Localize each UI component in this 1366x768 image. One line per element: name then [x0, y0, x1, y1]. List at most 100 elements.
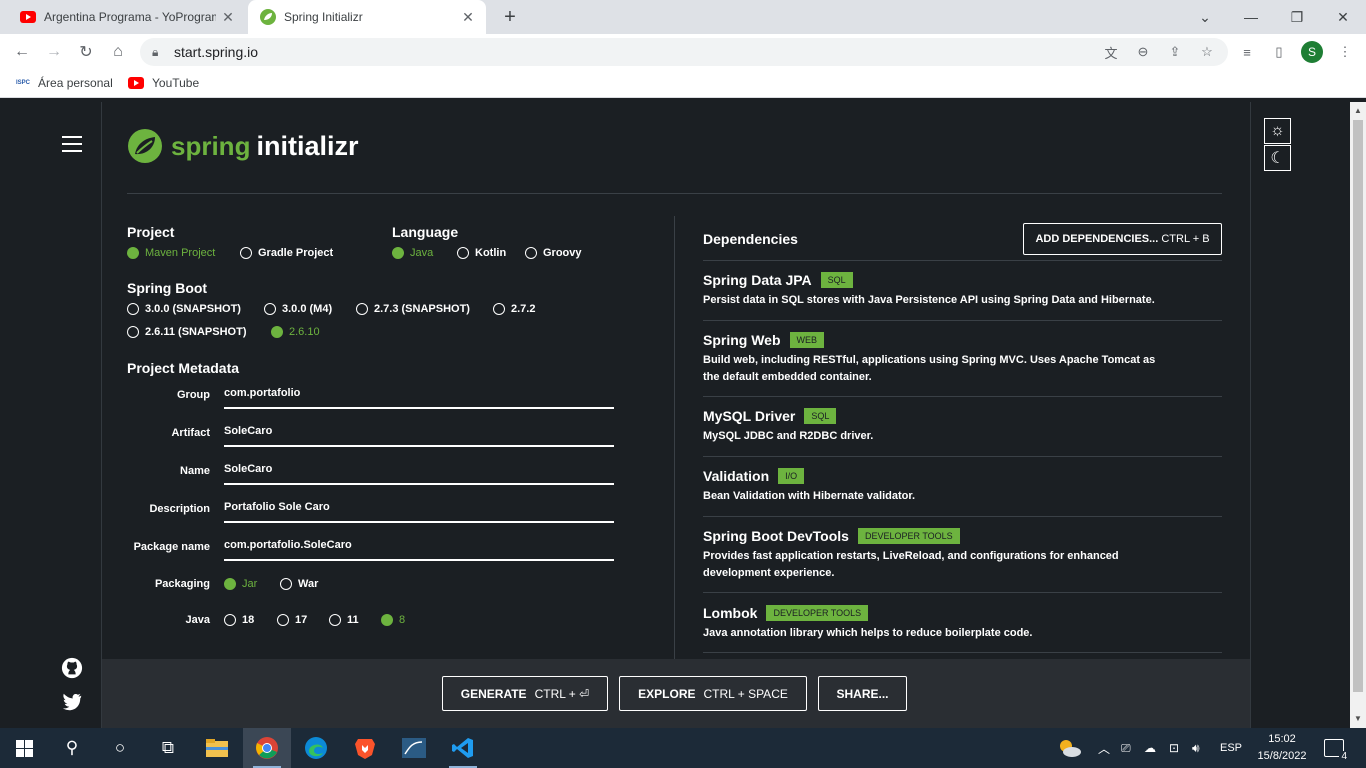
reading-list-icon[interactable]: ≡ — [1235, 40, 1259, 64]
light-theme-sun-icon[interactable]: ☼ — [1264, 118, 1291, 144]
bookmark-youtube[interactable]: YouTube — [128, 76, 199, 90]
restore-button[interactable]: ❐ — [1274, 0, 1320, 34]
group-label: Group — [177, 389, 210, 401]
meet-now-icon[interactable]: ⎚ — [1121, 728, 1131, 768]
radio-java-18[interactable]: 18 — [224, 614, 254, 626]
notifications-icon[interactable]: 4 — [1324, 728, 1349, 768]
dependency-name: Validation — [703, 468, 770, 484]
github-icon[interactable] — [61, 657, 83, 679]
scroll-down-icon[interactable]: ▼ — [1354, 714, 1362, 723]
page-scrollbar[interactable]: ▲ ▼ — [1350, 102, 1366, 728]
bookmark-star-icon[interactable]: ☆ — [1195, 40, 1219, 64]
dependency-spring-data-jpa[interactable]: Spring Data JPA SQL Persist data in SQL s… — [703, 272, 1222, 309]
edge-icon[interactable] — [292, 728, 340, 768]
dependency-validation[interactable]: Validation I/O Bean Validation with Hiber… — [703, 468, 1222, 505]
dependency-name: Spring Web — [703, 332, 781, 348]
group-input[interactable]: com.portafolio — [224, 385, 614, 409]
twitter-icon[interactable] — [61, 691, 83, 713]
mysql-workbench-icon[interactable] — [390, 728, 438, 768]
artifact-input[interactable]: SoleCaro — [224, 423, 614, 447]
minimize-button[interactable]: — — [1228, 0, 1274, 34]
description-input[interactable]: Portafolio Sole Caro — [224, 499, 614, 523]
bookmark-label: Área personal — [38, 76, 113, 90]
search-icon[interactable]: ⚲ — [48, 728, 96, 768]
dependency-divider — [703, 516, 1222, 517]
action-footer: GENERATE CTRL + ⏎ EXPLORE CTRL + SPACE SHA… — [102, 659, 1250, 728]
dependency-divider — [703, 592, 1222, 593]
forward-icon[interactable]: → — [41, 39, 67, 65]
chrome-icon[interactable] — [243, 728, 291, 768]
input-language[interactable]: ESP — [1220, 728, 1242, 768]
radio-java-8[interactable]: 8 — [381, 614, 405, 626]
dependency-spring-boot-devtools[interactable]: Spring Boot DevTools DEVELOPER TOOLS Prov… — [703, 528, 1222, 582]
hamburger-menu-icon[interactable] — [62, 136, 82, 157]
radio-jar[interactable]: Jar — [224, 578, 257, 590]
windows-start-icon[interactable] — [0, 728, 48, 768]
dependency-tag: WEB — [789, 332, 825, 348]
dependency-divider — [703, 260, 1222, 261]
scrollbar-thumb[interactable] — [1353, 120, 1363, 692]
profile-avatar[interactable]: S — [1301, 41, 1323, 63]
back-icon[interactable]: ← — [9, 39, 35, 65]
radio-java[interactable]: Java — [392, 247, 433, 259]
dark-theme-moon-icon[interactable]: ☾ — [1264, 145, 1291, 171]
generate-button[interactable]: GENERATE CTRL + ⏎ — [442, 676, 608, 711]
show-hidden-icons-chevron-icon[interactable]: ︿ — [1098, 728, 1110, 768]
dependency-description: Build web, including RESTful, applicatio… — [703, 354, 1156, 383]
radio-java-17[interactable]: 17 — [277, 614, 307, 626]
browser-toolbar: ← → ↻ ⌂ 🔒︎ start.spring.io ⽂ ⊖ ⇪ ☆ ≡ ▯ S… — [0, 34, 1366, 70]
radio-gradle-project[interactable]: Gradle Project — [240, 247, 333, 259]
cortana-icon[interactable]: ○ — [96, 728, 144, 768]
task-view-icon[interactable]: ⧉ — [144, 728, 192, 768]
reload-icon[interactable]: ↻ — [73, 39, 99, 65]
new-tab-button[interactable]: + — [498, 5, 522, 29]
name-input[interactable]: SoleCaro — [224, 461, 614, 485]
weather-icon[interactable] — [1056, 728, 1082, 768]
radio-war[interactable]: War — [280, 578, 318, 590]
zoom-icon[interactable]: ⊖ — [1131, 40, 1155, 64]
tab-spring-initializr[interactable]: Spring Initializr ✕ — [248, 0, 486, 34]
explore-button[interactable]: EXPLORE CTRL + SPACE — [619, 676, 807, 711]
translate-icon[interactable]: ⽂ — [1099, 40, 1123, 64]
bookmark-area-personal[interactable]: ISPC Área personal — [16, 76, 113, 90]
radio-boot-2-6-11-snapshot[interactable]: 2.6.11 (SNAPSHOT) — [127, 326, 246, 338]
onedrive-cloud-icon[interactable]: ☁ — [1144, 728, 1156, 768]
radio-groovy[interactable]: Groovy — [525, 247, 582, 259]
home-icon[interactable]: ⌂ — [105, 39, 131, 65]
radio-boot-3-0-0-m4[interactable]: 3.0.0 (M4) — [264, 303, 332, 315]
dependency-lombok[interactable]: Lombok DEVELOPER TOOLS Java annotation li… — [703, 605, 1222, 642]
menu-dots-icon[interactable]: ⋮ — [1333, 40, 1357, 64]
spring-boot-title: Spring Boot — [127, 280, 208, 296]
radio-boot-3-0-0-snapshot[interactable]: 3.0.0 (SNAPSHOT) — [127, 303, 241, 315]
radio-boot-2-7-3-snapshot[interactable]: 2.7.3 (SNAPSHOT) — [356, 303, 470, 315]
radio-boot-2-7-2[interactable]: 2.7.2 — [493, 303, 535, 315]
dependency-mysql-driver[interactable]: MySQL Driver SQL MySQL JDBC and R2DBC dri… — [703, 408, 1222, 445]
share-button[interactable]: SHARE... — [818, 676, 907, 711]
tab-argentina-programa[interactable]: Argentina Programa - YoProgram ✕ — [8, 0, 246, 34]
radio-kotlin[interactable]: Kotlin — [457, 247, 506, 259]
vscode-icon[interactable] — [439, 728, 487, 768]
scroll-up-icon[interactable]: ▲ — [1354, 106, 1362, 115]
radio-java-11[interactable]: 11 — [329, 614, 359, 626]
network-icon[interactable]: ⊡ — [1169, 728, 1179, 768]
address-bar[interactable]: 🔒︎ start.spring.io — [140, 38, 1228, 66]
package-name-input[interactable]: com.portafolio.SoleCaro — [224, 537, 614, 561]
add-dependencies-button[interactable]: ADD DEPENDENCIES... CTRL + B — [1023, 223, 1222, 255]
close-window-button[interactable]: ✕ — [1320, 0, 1366, 34]
brave-icon[interactable] — [341, 728, 389, 768]
file-explorer-icon[interactable] — [193, 728, 241, 768]
dependency-spring-web[interactable]: Spring Web WEB Build web, including RESTf… — [703, 332, 1222, 386]
system-clock[interactable]: 15:02 15/8/2022 — [1250, 731, 1314, 765]
package-name-label: Package name — [133, 541, 210, 553]
radio-maven-project[interactable]: Maven Project — [127, 247, 215, 259]
clock-date: 15/8/2022 — [1257, 750, 1307, 762]
close-tab-icon[interactable]: ✕ — [216, 9, 240, 26]
spring-initializr-logo[interactable]: spring initializr — [127, 128, 358, 164]
share-icon[interactable]: ⇪ — [1163, 40, 1187, 64]
side-panel-icon[interactable]: ▯ — [1267, 40, 1291, 64]
close-tab-icon[interactable]: ✕ — [456, 9, 480, 26]
radio-boot-2-6-10[interactable]: 2.6.10 — [271, 326, 320, 338]
volume-icon[interactable]: 🔊︎ — [1192, 728, 1200, 768]
right-sidebar: ☼ ☾ — [1250, 102, 1350, 728]
tab-search-icon[interactable]: ⌄ — [1182, 0, 1228, 34]
